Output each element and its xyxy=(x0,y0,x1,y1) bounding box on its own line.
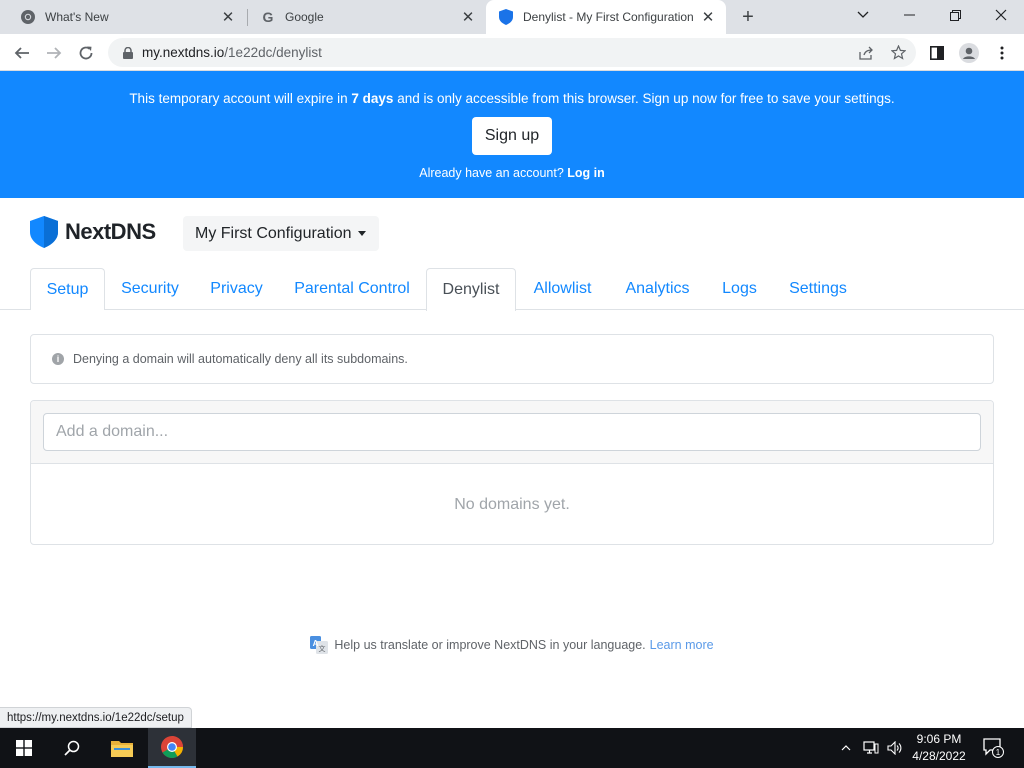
google-icon: G xyxy=(260,9,276,25)
svg-text:文: 文 xyxy=(319,644,326,653)
chrome-icon xyxy=(20,9,36,25)
info-icon: i xyxy=(52,353,64,365)
browser-tab-denylist[interactable]: Denylist - My First Configuration ✕ xyxy=(486,0,726,34)
file-explorer-button[interactable] xyxy=(98,728,146,768)
banner-text-start: This temporary account will expire in xyxy=(129,91,352,106)
tab-privacy[interactable]: Privacy xyxy=(195,268,278,310)
login-prompt-text: Already have an account? xyxy=(419,166,568,180)
url-host: my.nextdns.io xyxy=(142,45,225,60)
address-bar[interactable]: my.nextdns.io/1e22dc/denylist xyxy=(108,38,916,67)
windows-logo-icon xyxy=(16,740,32,756)
denylist-card: No domains yet. xyxy=(30,400,994,545)
banner-expiry-days: 7 days xyxy=(351,91,394,106)
tab-title: What's New xyxy=(45,10,109,24)
configuration-name: My First Configuration xyxy=(195,224,352,242)
tab-logs[interactable]: Logs xyxy=(706,268,773,310)
svg-text:G: G xyxy=(263,9,274,25)
nextdns-shield-icon xyxy=(498,9,514,25)
nextdns-shield-icon xyxy=(30,216,58,248)
close-tab-icon[interactable]: ✕ xyxy=(218,7,238,27)
browser-tab-strip: What's New ✕ G Google ✕ Denylist - My Fi… xyxy=(0,0,1024,34)
translate-text: Help us translate or improve NextDNS in … xyxy=(334,638,646,652)
notification-count: 1 xyxy=(996,748,1001,757)
browser-menu-icon[interactable] xyxy=(988,39,1016,67)
tab-denylist[interactable]: Denylist xyxy=(426,268,516,311)
banner-message: This temporary account will expire in 7 … xyxy=(0,91,1024,106)
tray-overflow-chevron-icon[interactable] xyxy=(836,728,856,768)
back-button[interactable] xyxy=(8,39,36,67)
temporary-account-banner: This temporary account will expire in 7 … xyxy=(0,71,1024,198)
login-prompt: Already have an account? Log in xyxy=(0,166,1024,180)
browser-toolbar: my.nextdns.io/1e22dc/denylist xyxy=(0,34,1024,71)
url-path: /1e22dc/denylist xyxy=(224,45,322,60)
restore-button[interactable] xyxy=(932,0,978,30)
tab-security[interactable]: Security xyxy=(105,268,195,310)
empty-list-message: No domains yet. xyxy=(454,496,570,513)
add-domain-input[interactable] xyxy=(43,413,981,451)
nextdns-logo[interactable]: NextDNS xyxy=(30,216,156,248)
banner-text-end: and is only accessible from this browser… xyxy=(393,91,895,106)
close-tab-icon[interactable]: ✕ xyxy=(458,7,478,27)
tab-settings[interactable]: Settings xyxy=(773,268,863,310)
chrome-taskbar-button[interactable] xyxy=(148,728,196,768)
browser-tab-google[interactable]: G Google ✕ xyxy=(240,0,486,34)
tab-parental-control[interactable]: Parental Control xyxy=(278,268,426,310)
tab-search-chevron-icon[interactable] xyxy=(840,0,886,30)
caret-down-icon xyxy=(357,231,366,236)
url-text: my.nextdns.io/1e22dc/denylist xyxy=(142,45,322,60)
browser-tab-whats-new[interactable]: What's New ✕ xyxy=(0,0,246,34)
translate-icon: A 文 xyxy=(310,636,329,654)
share-icon[interactable] xyxy=(852,38,880,67)
volume-icon[interactable] xyxy=(884,728,906,768)
clock-date: 4/28/2022 xyxy=(912,749,966,763)
folder-icon xyxy=(111,741,133,757)
configuration-dropdown[interactable]: My First Configuration xyxy=(183,216,379,251)
forward-button[interactable] xyxy=(40,39,68,67)
side-panel-icon[interactable] xyxy=(923,39,951,67)
search-icon xyxy=(64,740,80,756)
network-icon[interactable] xyxy=(860,728,882,768)
bookmark-star-icon[interactable] xyxy=(884,38,912,67)
close-window-button[interactable] xyxy=(978,0,1024,30)
new-tab-button[interactable]: + xyxy=(736,5,760,29)
learn-more-link[interactable]: Learn more xyxy=(650,638,714,652)
brand-name: NextDNS xyxy=(65,219,156,244)
main-nav-tabs: Setup Security Privacy Parental Control … xyxy=(0,268,1024,311)
search-button[interactable] xyxy=(48,728,96,768)
windows-start-button[interactable] xyxy=(0,728,48,768)
tab-analytics[interactable]: Analytics xyxy=(609,268,706,310)
translate-footer: A 文 Help us translate or improve NextDNS… xyxy=(0,636,1024,654)
tab-allowlist[interactable]: Allowlist xyxy=(516,268,609,310)
profile-avatar-icon[interactable] xyxy=(955,39,983,67)
add-domain-header xyxy=(31,401,993,464)
tab-setup[interactable]: Setup xyxy=(30,268,105,310)
notification-center-icon[interactable]: 1 xyxy=(982,736,1004,758)
log-in-link[interactable]: Log in xyxy=(567,166,605,180)
minimize-button[interactable] xyxy=(886,0,932,30)
clock-time: 9:06 PM xyxy=(916,732,962,746)
lock-icon[interactable] xyxy=(121,46,135,60)
reload-button[interactable] xyxy=(72,39,100,67)
close-tab-icon[interactable]: ✕ xyxy=(698,7,718,27)
system-clock[interactable]: 9:06 PM 4/28/2022 xyxy=(905,731,973,765)
denylist-info-alert: i Denying a domain will automatically de… xyxy=(30,334,994,384)
sign-up-button[interactable]: Sign up xyxy=(472,117,552,155)
windows-taskbar: 9:06 PM 4/28/2022 1 xyxy=(0,728,1024,768)
chrome-icon xyxy=(161,736,183,758)
tab-title: Google xyxy=(285,10,324,24)
info-text: Denying a domain will automatically deny… xyxy=(73,352,408,366)
tab-title: Denylist - My First Configuration xyxy=(523,10,694,24)
link-status-bubble: https://my.nextdns.io/1e22dc/setup xyxy=(0,707,192,728)
